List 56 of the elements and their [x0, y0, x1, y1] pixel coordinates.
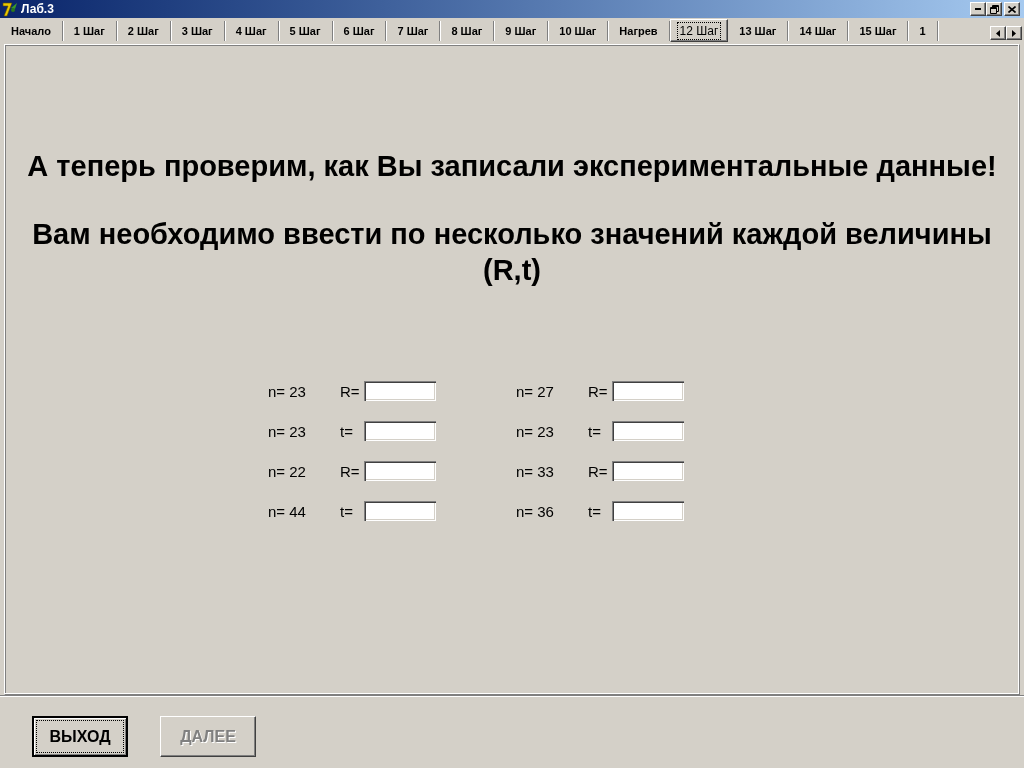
- close-icon: [1008, 5, 1016, 13]
- input-field[interactable]: [364, 381, 436, 401]
- input-field[interactable]: [364, 461, 436, 481]
- tab[interactable]: 15 Шаг: [848, 21, 909, 41]
- field-label: R=: [588, 383, 609, 399]
- input-field[interactable]: [612, 421, 684, 441]
- tab[interactable]: 1 Шаг: [62, 21, 117, 41]
- field-label: R=: [340, 463, 361, 479]
- sample-number: n= 36: [516, 503, 555, 519]
- input-field[interactable]: [364, 421, 436, 441]
- field-label: R=: [340, 383, 361, 399]
- heading: А теперь проверим, как Вы записали экспериментальные данные!: [26, 149, 998, 183]
- scroll-left-button[interactable]: [990, 26, 1006, 40]
- sample-number: n= 23: [516, 423, 555, 439]
- restore-button[interactable]: [986, 2, 1002, 16]
- sample-number: n= 23: [268, 383, 307, 399]
- tab[interactable]: 6 Шаг: [332, 21, 387, 41]
- tab[interactable]: 13 Шаг: [728, 21, 789, 41]
- tab[interactable]: 7 Шаг: [386, 21, 441, 41]
- tab[interactable]: 4 Шаг: [224, 21, 279, 41]
- window-title: Лаб.3: [21, 3, 54, 15]
- input-field[interactable]: [364, 501, 436, 521]
- sample-number: n= 27: [516, 383, 555, 399]
- close-button[interactable]: [1004, 2, 1020, 16]
- right-arrow-icon: [1012, 29, 1016, 37]
- input-field[interactable]: [612, 461, 684, 481]
- tab[interactable]: Начало: [0, 21, 63, 41]
- input-field[interactable]: [612, 501, 684, 521]
- app-logo-icon: [2, 1, 18, 17]
- sample-number: n= 33: [516, 463, 555, 479]
- scroll-right-button[interactable]: [1006, 26, 1022, 40]
- tab[interactable]: 12 Шаг: [669, 19, 729, 42]
- tab[interactable]: 14 Шаг: [788, 21, 849, 41]
- tab[interactable]: 9 Шаг: [494, 21, 549, 41]
- tab[interactable]: 3 Шаг: [170, 21, 225, 41]
- tab[interactable]: 8 Шаг: [440, 21, 495, 41]
- field-label: t=: [588, 503, 602, 519]
- input-field[interactable]: [612, 381, 684, 401]
- minimize-icon: [975, 8, 981, 10]
- tab[interactable]: 5 Шаг: [278, 21, 333, 41]
- tab[interactable]: 10 Шаг: [548, 21, 609, 41]
- dialog-button[interactable]: ВЫХОД: [32, 716, 128, 757]
- sample-number: n= 22: [268, 463, 307, 479]
- minimize-button[interactable]: [970, 2, 986, 16]
- sample-number: n= 44: [268, 503, 307, 519]
- tab[interactable]: Нагрев: [608, 21, 670, 41]
- sample-number: n= 23: [268, 423, 307, 439]
- tab[interactable]: 2 Шаг: [116, 21, 171, 41]
- left-arrow-icon: [996, 29, 1000, 37]
- field-label: t=: [588, 423, 602, 439]
- tab[interactable]: 1: [908, 21, 938, 41]
- field-label: R=: [588, 463, 609, 479]
- field-label: t=: [340, 423, 354, 439]
- instruction: Вам необходимо ввести по несколько значений каждой величины (R,t): [31, 217, 993, 288]
- restore-icon: [989, 4, 999, 14]
- field-label: t=: [340, 503, 354, 519]
